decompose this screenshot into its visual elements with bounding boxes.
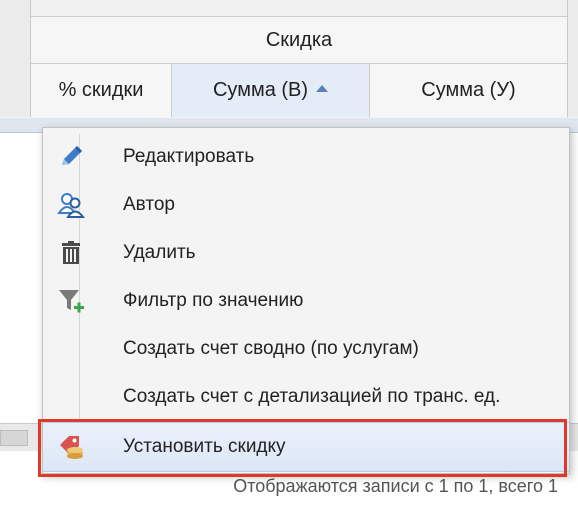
column-header-label: Сумма (У) [421, 79, 516, 101]
sort-ascending-icon [316, 85, 329, 92]
users-icon [57, 191, 85, 219]
column-header-label: % скидки [58, 79, 144, 101]
header-top-strip [31, 0, 567, 17]
menu-item-label: Фильтр по значению [123, 290, 304, 311]
scrollbar-thumb[interactable] [0, 430, 28, 446]
menu-item-label: Создать счет с детализацией по транс. ед… [123, 386, 501, 407]
menu-item-author[interactable]: Автор [43, 181, 569, 229]
menu-item-create-invoice-summary[interactable]: Создать счет сводно (по услугам) [43, 325, 569, 373]
pencil-icon [57, 143, 85, 171]
filter-add-icon [57, 287, 85, 315]
column-header-label: Сумма (В) [212, 79, 309, 101]
menu-item-filter-by-value[interactable]: Фильтр по значению [43, 277, 569, 325]
pager-status-text: Отображаются записи с 1 по 1, всего 1 [233, 476, 558, 496]
column-header-discount-percent[interactable]: % скидки [31, 64, 172, 117]
menu-item-create-invoice-detailed[interactable]: Создать счет с детализацией по транс. ед… [43, 373, 569, 421]
column-header-sum-v[interactable]: Сумма (В) [172, 64, 370, 117]
menu-item-edit[interactable]: Редактировать [43, 133, 569, 181]
menu-item-set-discount[interactable]: Установить скидку [43, 422, 569, 472]
menu-item-label: Автор [123, 194, 175, 215]
discount-tag-icon [57, 433, 85, 461]
header-scroll-gutter [567, 0, 578, 117]
context-menu: Редактировать Автор Удалить Фильтр по зн… [42, 127, 570, 474]
menu-item-label: Установить скидку [123, 436, 286, 457]
column-header-sum-u[interactable]: Сумма (У) [370, 64, 567, 117]
menu-item-delete[interactable]: Удалить [43, 229, 569, 277]
column-group-header-discount: Скидка [31, 17, 567, 64]
menu-item-label: Удалить [123, 242, 196, 263]
trash-icon [57, 239, 85, 267]
menu-item-label: Создать счет сводно (по услугам) [123, 338, 419, 359]
grid-header: Скидка % скидки Сумма (В) Сумма (У) [0, 0, 578, 119]
menu-item-label: Редактировать [123, 146, 255, 167]
row-numberer-header [0, 0, 31, 117]
column-headers: % скидки Сумма (В) Сумма (У) [31, 64, 567, 117]
